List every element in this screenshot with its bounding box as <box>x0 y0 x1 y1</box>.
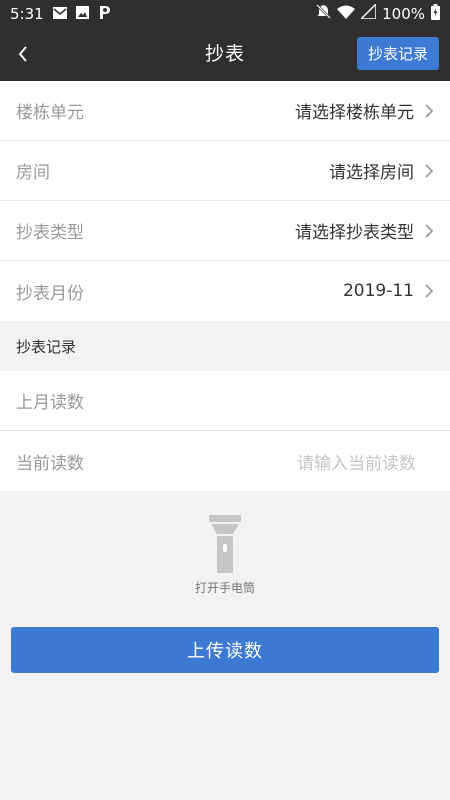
mail-icon <box>52 5 67 23</box>
chevron-right-icon <box>424 103 434 119</box>
wifi-icon <box>337 5 356 23</box>
last-reading-row: 上月读数 <box>0 371 450 431</box>
row-label: 抄表类型 <box>16 223 84 243</box>
p-app-icon <box>98 5 111 23</box>
building-unit-row[interactable]: 楼栋单元 请选择楼栋单元 <box>0 81 450 141</box>
row-label: 房间 <box>16 163 50 183</box>
row-label: 上月读数 <box>16 393 84 413</box>
current-reading-input[interactable]: 请输入当前读数 <box>297 449 416 474</box>
row-label: 楼栋单元 <box>16 103 84 123</box>
chevron-right-icon <box>424 223 434 239</box>
meter-month-row[interactable]: 抄表月份 2019-11 <box>0 261 450 321</box>
bell-off-icon <box>316 4 331 23</box>
row-value: 请选择抄表类型 <box>295 223 414 243</box>
current-reading-row[interactable]: 当前读数 请输入当前读数 <box>0 431 450 491</box>
chevron-right-icon <box>424 283 434 299</box>
status-bar: 5:31 100% <box>0 0 450 27</box>
flashlight-label: 打开手电筒 <box>194 581 255 595</box>
meter-type-row[interactable]: 抄表类型 请选择抄表类型 <box>0 201 450 261</box>
status-time: 5:31 <box>10 4 44 23</box>
signal-icon <box>359 2 377 23</box>
room-row[interactable]: 房间 请选择房间 <box>0 141 450 201</box>
row-label: 抄表月份 <box>16 283 84 304</box>
row-value: 2019-11 <box>342 281 414 301</box>
row-label: 当前读数 <box>16 453 84 474</box>
selection-list: 楼栋单元 请选择楼栋单元 房间 请选择房间 抄表类型 请选择抄表类型 抄表月份 … <box>0 81 450 321</box>
flashlight-toggle[interactable]: 打开手电筒 <box>0 515 450 596</box>
meter-record-button[interactable]: 抄表记录 <box>357 37 439 70</box>
flashlight-icon <box>209 515 241 573</box>
chevron-right-icon <box>424 163 434 179</box>
row-value: 请选择房间 <box>329 163 414 183</box>
readings-list: 上月读数 当前读数 请输入当前读数 <box>0 371 450 491</box>
app-header: 抄表 抄表记录 <box>0 27 450 81</box>
section-title: 抄表记录 <box>16 338 77 356</box>
image-icon <box>75 5 89 23</box>
row-value: 请选择楼栋单元 <box>295 103 414 123</box>
battery-icon <box>431 3 440 24</box>
upload-reading-button[interactable]: 上传读数 <box>11 627 439 673</box>
battery-percent: 100% <box>382 4 425 23</box>
